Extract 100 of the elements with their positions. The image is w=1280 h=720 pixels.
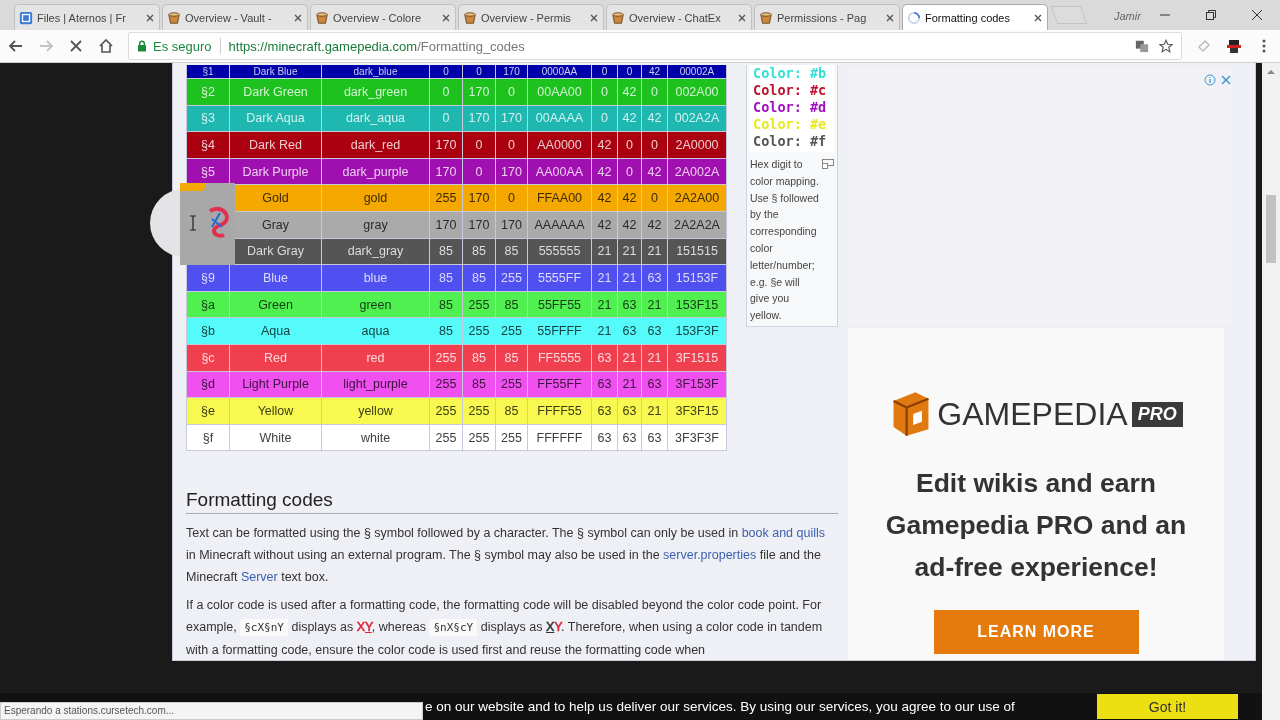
table-cell: 0	[442, 84, 450, 99]
table-cell: 0000AA	[541, 65, 578, 77]
table-cell: 21	[647, 244, 662, 259]
translate-icon[interactable]	[1135, 39, 1149, 53]
close-icon[interactable]	[1251, 9, 1263, 21]
table-cell: green	[359, 297, 392, 312]
table-cell: dark_aqua	[345, 111, 406, 126]
browser-tab[interactable]: Formatting codes	[902, 4, 1048, 30]
table-cell: 63	[622, 324, 637, 339]
address-bar[interactable]: Es seguro https://minecraft.gamepedia.com/Formatting_codes	[128, 32, 1182, 60]
table-cell: 3F153F	[675, 377, 719, 392]
table-cell: §a	[201, 297, 215, 312]
color-sample-line: Color: #e	[753, 116, 828, 133]
table-cell: 63	[597, 403, 612, 418]
section-heading: Formatting codes	[186, 489, 838, 514]
table-cell: 63	[647, 430, 662, 445]
close-icon[interactable]	[885, 12, 895, 23]
enlarge-icon[interactable]	[822, 159, 834, 169]
table-cell: §5	[201, 164, 215, 179]
table-cell: 21	[622, 350, 637, 365]
table-cell: 153F3F	[675, 324, 719, 339]
restore-icon[interactable]	[1205, 9, 1217, 21]
table-cell: 2A2A00	[674, 191, 720, 206]
browser-tab[interactable]: Overview - Colore	[310, 4, 456, 30]
table-cell: 0	[626, 65, 633, 77]
stop-icon[interactable]	[68, 38, 84, 54]
table-cell: dark_blue	[353, 65, 398, 77]
link[interactable]: book and quills	[741, 526, 826, 540]
table-cell: 42	[648, 65, 661, 77]
table-cell: 5555FF	[537, 270, 582, 285]
table-cell: dark_green	[343, 84, 408, 99]
table-cell: 85	[472, 377, 486, 392]
table-cell: 0	[508, 84, 515, 99]
paragraph: Text can be formatted using the § symbol followed by a character. The § symbol can only be used in book and quills in Minecraft without using an external program. The § symbol may also be used in the server.properties file and the Minecraft Server text box.	[186, 525, 827, 586]
link[interactable]: server.properties	[663, 548, 757, 562]
table-cell: 0	[601, 65, 608, 77]
table-cell: Light Purple	[242, 377, 309, 392]
browser-tab[interactable]: Permissions - Pag	[754, 4, 900, 30]
table-cell: gold	[363, 191, 388, 206]
table-cell: 85	[439, 297, 453, 312]
browser-tab[interactable]: Files | Aternos | Fr	[14, 4, 160, 30]
table-cell: 21	[597, 297, 612, 312]
browser-tab[interactable]: Overview - ChatEx	[606, 4, 752, 30]
table-cell: 63	[597, 377, 612, 392]
table-cell: 0	[651, 191, 658, 206]
table-cell: 63	[622, 297, 637, 312]
table-cell: 255	[468, 430, 490, 445]
link[interactable]: Server	[240, 570, 278, 584]
profile-name[interactable]: Jamir	[1114, 10, 1141, 22]
table-cell: 255	[435, 403, 457, 418]
table-cell: 170	[468, 84, 490, 99]
ad-headline: Edit wikis and earn Gamepedia PRO and an ad-free experience!	[884, 467, 1188, 584]
bucket-icon	[315, 10, 329, 25]
table-cell: 0	[626, 164, 633, 179]
close-icon[interactable]	[1033, 12, 1043, 23]
table-cell: 63	[597, 430, 612, 445]
table-cell: 0	[476, 65, 482, 77]
browser-tab[interactable]: Overview - Vault -	[162, 4, 308, 30]
table-cell: FF55FF	[537, 377, 582, 392]
scroll-up-arrow-icon[interactable]	[1266, 69, 1276, 75]
table-cell: Dark Blue	[253, 65, 298, 77]
table-cell: 63	[597, 350, 612, 365]
bucket-icon	[759, 10, 773, 25]
table-cell: yellow	[358, 403, 393, 418]
table-cell: 42	[622, 111, 637, 126]
table-cell: 85	[504, 403, 519, 418]
scroll-thumb[interactable]	[1266, 195, 1276, 263]
close-icon[interactable]	[145, 12, 155, 23]
bucket-icon	[167, 10, 181, 25]
table-cell: 42	[597, 191, 612, 206]
table-cell: 255	[501, 270, 522, 285]
close-icon[interactable]	[293, 12, 303, 23]
home-icon[interactable]	[98, 38, 114, 54]
table-cell: 00002A	[679, 65, 715, 77]
table-cell: Green	[258, 297, 293, 312]
table-cell: Gray	[261, 217, 290, 232]
security-label: Es seguro	[153, 38, 212, 54]
extension-icon[interactable]	[1226, 38, 1242, 54]
table-cell: Gold	[262, 191, 289, 206]
back-arrow-icon[interactable]	[8, 38, 24, 54]
scrollbar[interactable]	[1262, 63, 1280, 720]
table-cell: 21	[597, 270, 612, 285]
table-cell: 0	[508, 138, 515, 152]
got-it-button[interactable]: Got it!	[1097, 694, 1238, 719]
close-icon[interactable]	[589, 12, 599, 23]
table-cell: 255	[435, 191, 457, 206]
table-cell: 0	[651, 84, 658, 99]
table-cell: 0	[475, 138, 483, 152]
browser-tab[interactable]: Overview - Permis	[458, 4, 604, 30]
star-icon[interactable]	[1159, 39, 1173, 53]
close-icon[interactable]	[737, 12, 747, 23]
table-cell: 255	[501, 430, 522, 445]
table-cell: 21	[647, 350, 662, 365]
table-cell: 3F1515	[675, 350, 719, 365]
table-cell: 3F3F3F	[675, 430, 719, 445]
table-cell: 3F3F15	[675, 403, 719, 418]
close-icon[interactable]	[441, 12, 451, 23]
table-cell: 21	[647, 403, 662, 418]
table-cell: 0	[601, 111, 608, 126]
table-cell: 170	[435, 217, 457, 232]
